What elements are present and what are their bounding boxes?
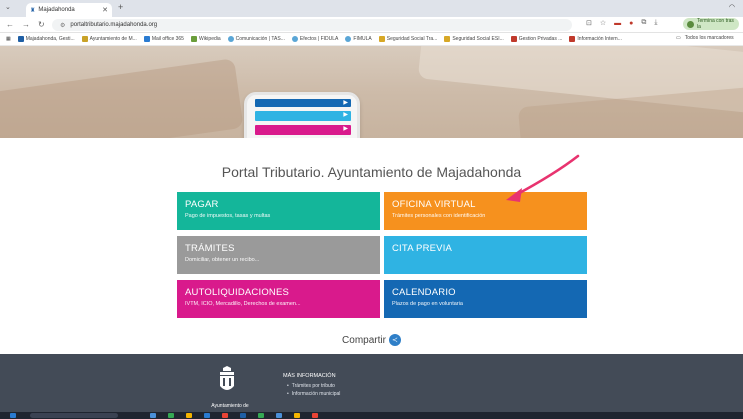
tile-title: PAGAR: [185, 199, 219, 210]
tab-list-icon[interactable]: ⌄: [5, 3, 11, 11]
tile-autoliquidaciones[interactable]: AUTOLIQUIDACIONES IVTM, ICIO, Mercadillo…: [177, 280, 380, 318]
browser-tab[interactable]: ♜ Majadahonda ✕: [26, 3, 112, 17]
bookmark-item[interactable]: Comunicación | TAS...: [227, 36, 285, 42]
tab-title: Majadahonda: [38, 7, 75, 13]
profile-button[interactable]: Termina con tras la: [683, 18, 739, 30]
tile-title: TRÁMITES: [185, 243, 235, 254]
bookmark-favicon-icon: [569, 36, 576, 42]
taskbar-app-icon[interactable]: [150, 413, 156, 418]
bookmark-item[interactable]: Efectos | FIDULA: [291, 36, 338, 42]
url-text: portaltributario.majadahonda.org: [70, 22, 158, 28]
page-title: Portal Tributario. Ayuntamiento de Majad…: [221, 164, 522, 180]
favicon-icon: ♜: [30, 7, 36, 14]
bookmark-item[interactable]: Información Intern...: [569, 36, 622, 42]
more-info-heading: MÁS INFORMACIÓN: [283, 373, 336, 379]
close-tab-icon[interactable]: ✕: [102, 6, 108, 14]
share-button[interactable]: Compartir ≺: [0, 334, 743, 346]
extension-icon[interactable]: ●: [629, 20, 633, 27]
all-bookmarks[interactable]: ▭ Todos los marcadores: [676, 35, 734, 41]
extensions-puzzle-icon[interactable]: ⧉: [641, 19, 646, 27]
window-menu-icon[interactable]: ◠: [729, 3, 735, 11]
bookmark-favicon-icon: [291, 36, 298, 42]
hero-banner: ▶ ▶ ▶ ◂⌂□▭⋮: [0, 46, 743, 138]
apps-icon[interactable]: ▦: [6, 36, 11, 42]
taskbar-app-icon[interactable]: [222, 413, 228, 418]
taskbar-app-icon[interactable]: [312, 413, 318, 418]
tile-calendario[interactable]: CALENDARIO Plazos de pago en voluntaria: [384, 280, 587, 318]
extension-icon[interactable]: ▬: [614, 20, 621, 27]
new-tab-icon[interactable]: +: [118, 2, 123, 12]
site-info-icon[interactable]: ⚙: [60, 22, 65, 29]
bookmark-favicon-icon: [17, 36, 24, 42]
bookmark-item[interactable]: Seguridad Social ESI...: [444, 36, 504, 42]
profile-label: Termina con tras la: [696, 18, 734, 30]
taskbar-app-icon[interactable]: [294, 413, 300, 418]
share-label: Compartir: [342, 334, 386, 346]
taskbar-app-icon[interactable]: [186, 413, 192, 418]
bookmark-favicon-icon: [444, 36, 451, 42]
bookmark-favicon-icon: [345, 36, 352, 42]
footer-link[interactable]: • Trámites por tributo: [287, 383, 335, 389]
bookmark-item[interactable]: Majadahonda, Gesti...: [17, 36, 75, 42]
tile-subtitle: Pago de impuestos, tasas y multas: [185, 213, 271, 219]
install-icon[interactable]: ⊡: [586, 19, 592, 27]
bookmark-favicon-icon: [143, 36, 150, 42]
tile-title: CITA PREVIA: [392, 243, 453, 254]
bookmark-favicon-icon: [378, 36, 385, 42]
tile-pagar[interactable]: PAGAR Pago de impuestos, tasas y multas: [177, 192, 380, 230]
bookmark-item[interactable]: FIMULA: [345, 36, 372, 42]
taskbar-search[interactable]: [30, 413, 118, 418]
annotation-arrow-icon: [506, 154, 580, 202]
bookmark-item[interactable]: Mail office 365: [143, 36, 184, 42]
bookmark-favicon-icon: [190, 36, 197, 42]
share-icon: ≺: [388, 334, 401, 346]
taskbar-app-icon[interactable]: [240, 413, 246, 418]
bookmarks-bar: ▦ Majadahonda, Gesti... Ayuntamiento de …: [0, 33, 743, 46]
forward-icon[interactable]: →: [22, 20, 30, 29]
download-icon[interactable]: ⤓: [654, 19, 657, 27]
taskbar-app-icon[interactable]: [276, 413, 282, 418]
crest-logo-icon: [220, 366, 234, 390]
tile-title: AUTOLIQUIDACIONES: [185, 287, 290, 298]
tile-subtitle: Domiciliar, obtener un recibo...: [185, 257, 260, 263]
back-icon[interactable]: ←: [6, 20, 14, 29]
tile-tramites[interactable]: TRÁMITES Domiciliar, obtener un recibo..…: [177, 236, 380, 274]
bookmark-favicon-icon: [81, 36, 88, 42]
taskbar-app-icon[interactable]: [258, 413, 264, 418]
bookmark-item[interactable]: Ayuntamiento de M...: [81, 36, 137, 42]
taskbar-app-icon[interactable]: [168, 413, 174, 418]
avatar: [687, 20, 694, 28]
footer: [0, 354, 743, 412]
bookmark-favicon-icon: [227, 36, 234, 42]
taskbar-app-icon[interactable]: [204, 413, 210, 418]
bookmark-item[interactable]: Wikipedia: [190, 36, 221, 42]
bookmark-item[interactable]: Seguridad Social Tra...: [378, 36, 437, 42]
bookmark-favicon-icon: [510, 36, 517, 42]
tile-cita-previa[interactable]: CITA PREVIA: [384, 236, 587, 274]
tile-subtitle: Trámites personales con identificación: [392, 213, 486, 219]
reload-icon[interactable]: ↻: [38, 20, 45, 29]
tile-title: CALENDARIO: [392, 287, 456, 298]
start-icon[interactable]: [10, 413, 16, 418]
crest-caption: Ayuntamiento de: [211, 403, 249, 409]
footer-link[interactable]: • Información municipal: [287, 391, 340, 397]
folder-icon: ▭: [676, 35, 681, 41]
tile-subtitle: Plazos de pago en voluntaria: [392, 301, 463, 307]
address-bar[interactable]: ⚙ portaltributario.majadahonda.org: [52, 19, 572, 31]
tile-subtitle: IVTM, ICIO, Mercadillo, Derechos de exam…: [185, 301, 301, 307]
phone-image: ▶ ▶ ▶ ◂⌂□▭⋮: [244, 92, 360, 138]
bookmark-star-icon[interactable]: ☆: [600, 19, 606, 27]
bookmark-item[interactable]: Gestion Privadas ...: [510, 36, 562, 42]
